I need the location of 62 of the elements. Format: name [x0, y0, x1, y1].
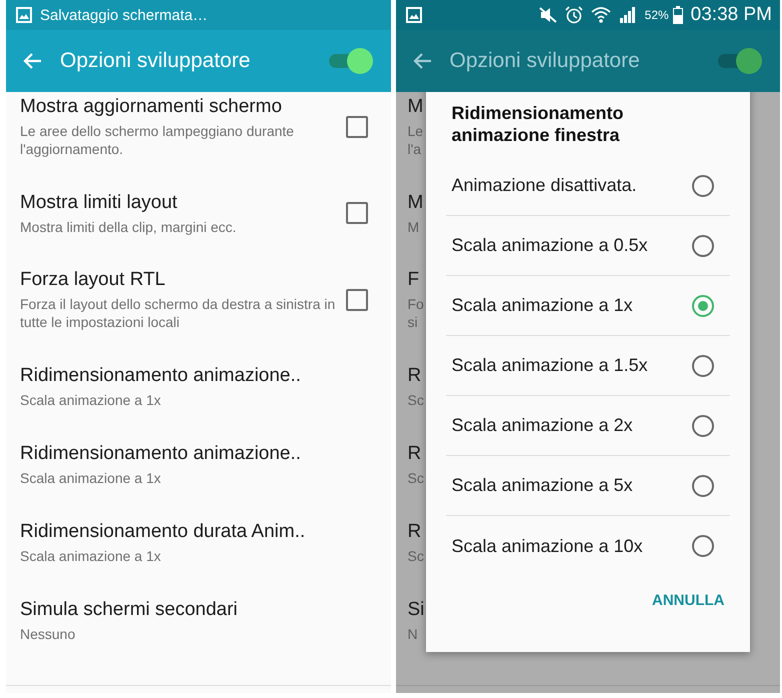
option-item[interactable]: Scala animazione a 0.5x	[446, 216, 730, 276]
setting-summary: Le aree dello schermo lampeggiano durante l'aggiornamento.	[20, 122, 295, 158]
option-item[interactable]: Scala animazione a 2x	[446, 396, 730, 456]
option-item[interactable]: Scala animazione a 1.5x	[446, 336, 730, 396]
setting-summary: Sc	[408, 468, 425, 486]
battery-percent: 52%	[644, 8, 669, 22]
setting-summary: Nessuno	[20, 624, 76, 642]
setting-summary: Le l'a	[408, 122, 424, 158]
radio-button[interactable]	[692, 294, 714, 316]
setting-title: Forza layout RTL	[20, 268, 166, 292]
setting-title: Si	[408, 598, 424, 622]
setting-title: M	[408, 95, 424, 119]
battery-icon	[672, 6, 683, 24]
cancel-button[interactable]: ANNULLA	[652, 588, 724, 613]
setting-summary: Fo si	[408, 295, 425, 331]
setting-title: Mostra aggiornamenti schermo	[20, 95, 282, 119]
signal-icon	[618, 7, 637, 23]
toggle-switch[interactable]	[328, 48, 372, 74]
radio-button[interactable]	[692, 174, 714, 196]
setting-title: M	[408, 190, 424, 214]
setting-title: F	[408, 268, 420, 292]
setting-title: R	[408, 442, 422, 466]
setting-title: R	[408, 364, 422, 388]
image-icon	[406, 7, 422, 23]
setting-summary: Scala animazione a 1x	[20, 390, 161, 408]
setting-title: Simula schermi secondari	[20, 598, 238, 622]
screen-title: Opzioni sviluppatore	[60, 49, 252, 73]
setting-summary: Sc	[408, 390, 425, 408]
toggle-switch[interactable]	[718, 48, 762, 74]
radio-button[interactable]	[692, 474, 714, 496]
image-icon	[16, 7, 32, 23]
notification-text: Salvataggio schermata…	[40, 6, 208, 24]
option-item[interactable]: Scala animazione a 1x	[446, 276, 730, 336]
dialog-title: Ridimensionamento animazione finestra	[450, 102, 625, 147]
setting-title: Ridimensionamento animazione..	[20, 364, 301, 388]
setting-summary: Scala animazione a 1x	[20, 468, 161, 486]
back-icon[interactable]	[412, 52, 432, 70]
radio-button[interactable]	[692, 234, 714, 256]
setting-title: R	[408, 520, 422, 544]
option-item[interactable]: Animazione disattivata.	[446, 156, 730, 216]
setting-title: Ridimensionamento animazione..	[20, 442, 301, 466]
checkbox[interactable]	[346, 202, 368, 224]
option-item[interactable]: Scala animazione a 10x	[446, 516, 730, 576]
radio-button[interactable]	[692, 354, 714, 376]
option-item[interactable]: Scala animazione a 5x	[446, 456, 730, 516]
setting-summary: Sc	[408, 546, 425, 564]
radio-button[interactable]	[692, 414, 714, 436]
setting-summary: Forza il layout dello schermo da destra a sinistra in tutte le impostazioni locali	[20, 295, 336, 331]
setting-title: Mostra limiti layout	[20, 190, 178, 214]
alarm-icon	[564, 6, 583, 24]
setting-title: Ridimensionamento durata Anim..	[20, 520, 306, 544]
checkbox[interactable]	[346, 288, 368, 310]
setting-summary: M	[408, 218, 420, 236]
checkbox[interactable]	[346, 116, 368, 138]
setting-summary: N	[408, 624, 419, 642]
mute-icon	[538, 7, 557, 23]
clock-time: 03:38 PM	[690, 4, 772, 26]
screen-title: Opzioni sviluppatore	[450, 49, 641, 73]
radio-button[interactable]	[692, 535, 714, 557]
wifi-icon	[590, 6, 611, 24]
setting-summary: Mostra limiti della clip, margini ecc.	[20, 218, 236, 236]
setting-summary: Scala animazione a 1x	[20, 546, 161, 564]
